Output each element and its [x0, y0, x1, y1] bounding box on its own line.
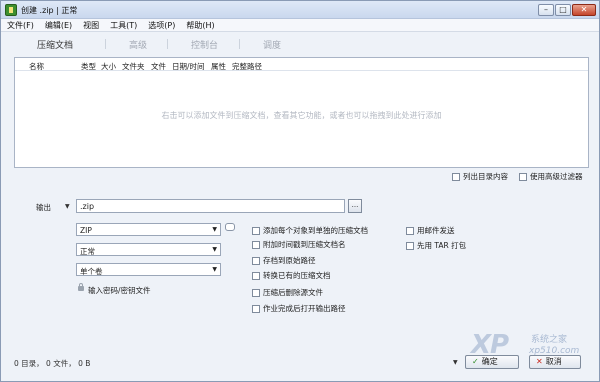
- app-window: 创建 .zip | 正常 – □ ✕ 文件(F) 编辑(E) 视图 工具(T) …: [0, 0, 600, 382]
- show-dir-contents-checkbox[interactable]: 列出目录内容: [452, 171, 508, 182]
- format-options-icon[interactable]: [225, 223, 235, 231]
- file-list-header: 名称 类型 大小 文件夹 文件 日期/时间 属性 完整路径: [15, 58, 588, 71]
- option-label: 附加时间戳到压缩文档名: [263, 240, 346, 249]
- column-datetime[interactable]: 日期/时间: [172, 61, 205, 72]
- password-link[interactable]: 输入密码/密钥文件: [88, 285, 151, 296]
- checkbox-box[interactable]: [252, 241, 260, 249]
- column-size[interactable]: 大小: [101, 61, 116, 72]
- watermark-cn: 系统之家: [531, 335, 568, 345]
- maximize-button[interactable]: □: [555, 4, 571, 16]
- tab-bar: 压缩文档 高级 控制台 调度: [1, 33, 599, 55]
- compression-select-value: 正常: [80, 247, 95, 256]
- tab-divider: [105, 39, 106, 49]
- check-icon: ✓: [472, 357, 479, 366]
- option-label: 作业完成后打开输出路径: [263, 304, 346, 313]
- menu-file[interactable]: 文件(F): [1, 19, 39, 31]
- option-open-output[interactable]: 作业完成后打开输出路径: [252, 303, 346, 314]
- option-tar-first[interactable]: 先用 TAR 打包: [406, 240, 466, 251]
- app-icon: [5, 4, 17, 16]
- option-send-email[interactable]: 用邮件发送: [406, 225, 455, 236]
- ok-dropdown-icon[interactable]: ▼: [453, 359, 458, 366]
- checkbox-box[interactable]: [252, 257, 260, 265]
- split-select-value: 单个卷: [80, 267, 103, 276]
- option-separate-archives[interactable]: 添加每个对象到单独的压缩文档: [252, 225, 368, 236]
- close-button[interactable]: ✕: [572, 4, 596, 16]
- tab-divider: [239, 39, 240, 49]
- browse-button[interactable]: ...: [348, 199, 362, 213]
- option-label: 先用 TAR 打包: [417, 241, 467, 250]
- option-append-timestamp[interactable]: 附加时间戳到压缩文档名: [252, 239, 346, 250]
- checkbox-box[interactable]: [452, 173, 460, 181]
- tab-schedule[interactable]: 调度: [263, 38, 281, 51]
- output-label: 输出: [36, 203, 51, 212]
- menu-help[interactable]: 帮助(H): [180, 19, 219, 31]
- checkbox-box[interactable]: [406, 242, 414, 250]
- menu-edit[interactable]: 编辑(E): [39, 19, 77, 31]
- menu-tools[interactable]: 工具(T): [104, 19, 142, 31]
- option-label: 转换已有的压缩文档: [263, 271, 331, 280]
- show-dir-contents-label: 列出目录内容: [463, 172, 508, 181]
- option-label: 存档到原始路径: [263, 256, 316, 265]
- tab-advanced[interactable]: 高级: [129, 38, 147, 51]
- tab-archive[interactable]: 压缩文档: [37, 38, 73, 51]
- title-bar[interactable]: 创建 .zip | 正常 – □ ✕: [1, 1, 599, 19]
- column-files[interactable]: 文件: [151, 61, 166, 72]
- use-advanced-filter-label: 使用高级过滤器: [530, 172, 583, 181]
- ok-button[interactable]: ✓ 确定: [465, 355, 519, 369]
- checkbox-box[interactable]: [406, 227, 414, 235]
- tab-divider: [167, 39, 168, 49]
- column-folders[interactable]: 文件夹: [122, 61, 145, 72]
- checkbox-box[interactable]: [252, 227, 260, 235]
- output-path-field[interactable]: .zip: [76, 199, 345, 213]
- chevron-down-icon: ▼: [212, 246, 217, 253]
- close-icon: ✕: [536, 357, 543, 366]
- option-delete-source[interactable]: 压缩后删除源文件: [252, 287, 323, 298]
- option-label: 添加每个对象到单独的压缩文档: [263, 226, 368, 235]
- lock-icon: [78, 283, 84, 291]
- column-full-path[interactable]: 完整路径: [232, 61, 262, 72]
- compression-select[interactable]: 正常 ▼: [76, 243, 221, 256]
- watermark: XP 系统之家 xp510.com: [471, 326, 599, 381]
- minimize-button[interactable]: –: [538, 4, 554, 16]
- menu-bar: 文件(F) 编辑(E) 视图 工具(T) 选项(P) 帮助(H): [1, 19, 599, 32]
- checkbox-box[interactable]: [252, 305, 260, 313]
- tab-console[interactable]: 控制台: [191, 38, 218, 51]
- option-label: 用邮件发送: [417, 226, 455, 235]
- format-select[interactable]: ZIP ▼: [76, 223, 221, 236]
- option-original-path[interactable]: 存档到原始路径: [252, 255, 316, 266]
- checkbox-box[interactable]: [252, 272, 260, 280]
- checkbox-box[interactable]: [252, 289, 260, 297]
- menu-options[interactable]: 选项(P): [142, 19, 180, 31]
- format-select-value: ZIP: [80, 226, 92, 235]
- cancel-button-label: 取消: [545, 357, 562, 366]
- file-list-empty-hint: 右击可以添加文件到压缩文档，查看其它功能，或者也可以拖拽到此处进行添加: [161, 111, 442, 120]
- output-dropdown-icon[interactable]: ▼: [65, 203, 70, 210]
- checkbox-box[interactable]: [519, 173, 527, 181]
- chevron-down-icon: ▼: [212, 266, 217, 273]
- status-text: 0 目录， 0 文件， 0 B: [14, 359, 91, 368]
- window-title: 创建 .zip | 正常: [21, 6, 78, 15]
- column-attributes[interactable]: 属性: [211, 61, 226, 72]
- split-select[interactable]: 单个卷 ▼: [76, 263, 221, 276]
- chevron-down-icon: ▼: [212, 226, 217, 233]
- option-label: 压缩后删除源文件: [263, 288, 323, 297]
- column-name[interactable]: 名称: [29, 61, 44, 72]
- menu-view[interactable]: 视图: [77, 19, 104, 31]
- file-list[interactable]: 名称 类型 大小 文件夹 文件 日期/时间 属性 完整路径 右击可以添加文件到压…: [14, 57, 589, 168]
- column-type[interactable]: 类型: [81, 61, 96, 72]
- ok-button-label: 确定: [481, 357, 498, 366]
- cancel-button[interactable]: ✕ 取消: [529, 355, 581, 369]
- option-convert-existing[interactable]: 转换已有的压缩文档: [252, 270, 331, 281]
- use-advanced-filter-checkbox[interactable]: 使用高级过滤器: [519, 171, 583, 182]
